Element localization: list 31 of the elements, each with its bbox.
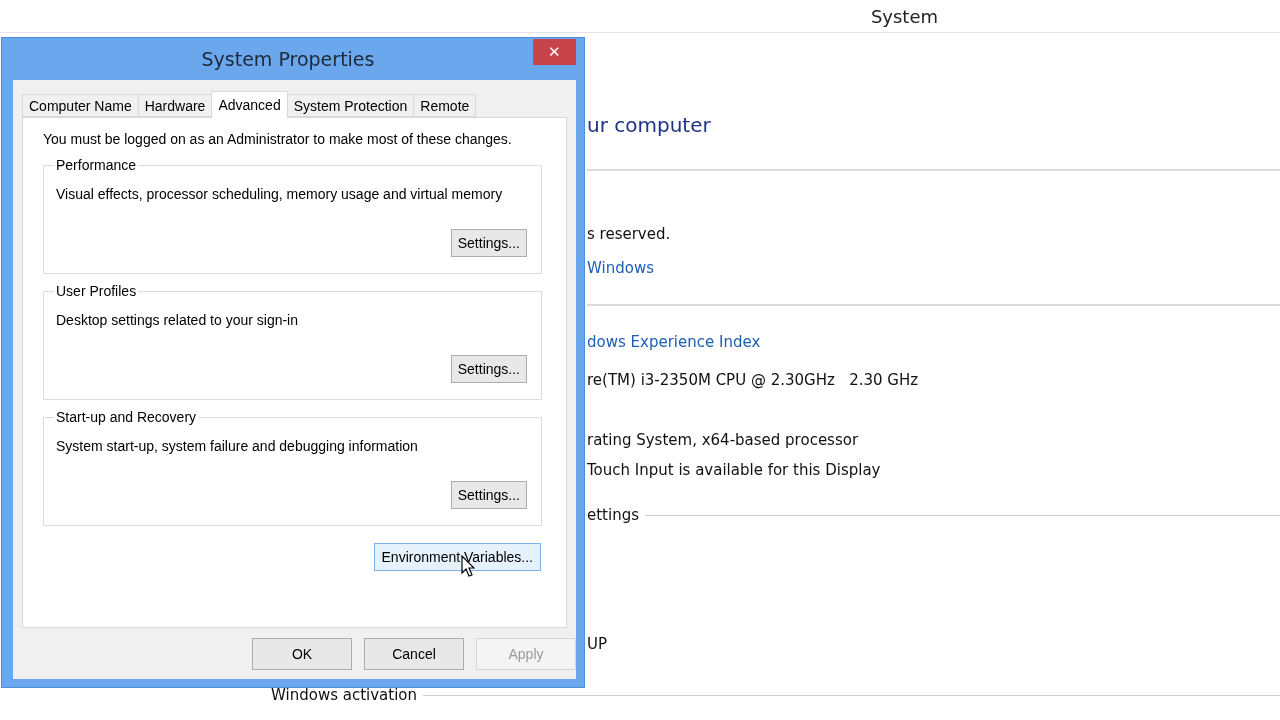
link[interactable]: dows Experience Index	[587, 333, 761, 351]
group-description: System start-up, system failure and debugging information	[56, 438, 419, 454]
info-text: re(TM) i3-2350M CPU @ 2.30GHz 2.30 GHz	[587, 371, 919, 389]
tab[interactable]: Hardware	[137, 94, 213, 117]
settings-button[interactable]: Settings...	[450, 481, 527, 509]
dialog-title: System Properties	[201, 48, 375, 70]
info-text: rating System, x64-based processor	[587, 431, 859, 449]
section-label: Windows activation	[271, 686, 417, 704]
tab[interactable]: Computer Name	[22, 94, 139, 117]
window-title: System	[870, 5, 938, 27]
dialog-button[interactable]: Cancel	[364, 638, 464, 670]
close-button[interactable]: ✕	[533, 39, 576, 65]
info-text: Touch Input is available for this Display	[587, 461, 881, 479]
link[interactable]: Windows	[587, 259, 654, 277]
tab[interactable]: Remote	[413, 94, 477, 117]
section-heading: ur computer	[587, 113, 711, 137]
group-description: Visual effects, processor scheduling, memory usage and virtual memory	[56, 186, 504, 202]
group-title: User Profiles	[54, 283, 139, 299]
info-text: s reserved.	[587, 225, 671, 243]
tab[interactable]: System Protection	[286, 94, 415, 117]
notice-text: You must be logged on as an Administrator to make most of these changes.	[43, 131, 513, 147]
tab[interactable]: Advanced	[211, 91, 288, 118]
section-label: ettings	[587, 506, 639, 524]
group-title: Performance	[54, 157, 139, 173]
info-text: UP	[587, 635, 608, 653]
environment-variables-button[interactable]: Environment Variables...	[373, 543, 541, 571]
group-description: Desktop settings related to your sign-in	[56, 312, 299, 328]
settings-button[interactable]: Settings...	[450, 355, 527, 383]
settings-button[interactable]: Settings...	[450, 229, 527, 257]
group-title: Start-up and Recovery	[54, 409, 199, 425]
dialog-button[interactable]: OK	[252, 638, 352, 670]
